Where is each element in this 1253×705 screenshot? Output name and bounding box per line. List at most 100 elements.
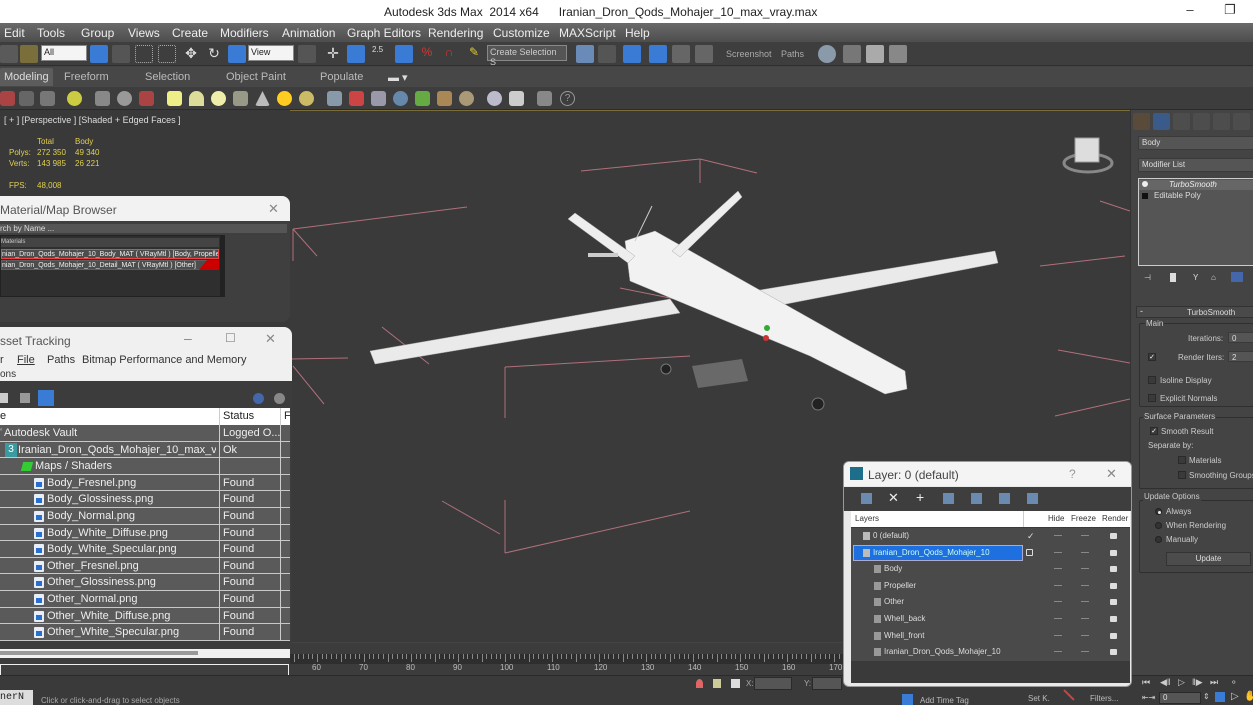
snaps-toggle-icon[interactable]: 2.5 bbox=[372, 45, 390, 63]
hide-all-icon[interactable] bbox=[999, 493, 1010, 504]
materials-group-header[interactable]: Materials bbox=[1, 238, 219, 247]
keyboard-shortcut-override-icon[interactable] bbox=[347, 45, 365, 63]
x-coord-field[interactable] bbox=[754, 677, 792, 690]
modifier-list-dropdown[interactable]: Modifier List bbox=[1138, 158, 1253, 172]
display-tab-icon[interactable] bbox=[1213, 113, 1230, 130]
object-name-field[interactable]: Body bbox=[1138, 136, 1253, 150]
column-name[interactable]: e bbox=[0, 410, 6, 422]
reference-coord-dropdown[interactable]: View bbox=[248, 45, 294, 61]
help-icon[interactable]: ? bbox=[560, 91, 575, 106]
layer-object-row[interactable]: Other bbox=[851, 594, 1130, 611]
render-iters-spinner[interactable]: 2 bbox=[1228, 351, 1253, 362]
hide-toggle[interactable] bbox=[1054, 618, 1062, 619]
previous-frame-icon[interactable]: ◀‖ bbox=[1160, 677, 1171, 688]
expand-icon[interactable] bbox=[1142, 193, 1148, 199]
orbit-icon[interactable]: ▷ bbox=[1231, 691, 1239, 702]
explicit-normals-checkbox[interactable] bbox=[1148, 394, 1156, 402]
set-key-button[interactable]: Set K. bbox=[1028, 694, 1050, 703]
scene-icon[interactable] bbox=[0, 91, 15, 106]
cloth-icon[interactable] bbox=[371, 91, 386, 106]
freeze-toggle[interactable] bbox=[1081, 634, 1089, 636]
close-button[interactable]: ✕ bbox=[265, 331, 276, 347]
show-end-result-icon[interactable] bbox=[1170, 273, 1176, 282]
screenshot-button[interactable]: Screenshot bbox=[726, 49, 772, 59]
drone-model[interactable] bbox=[369, 190, 999, 411]
asset-row[interactable]: Body_White_Specular.png Found bbox=[0, 541, 290, 559]
paths-button[interactable]: Paths bbox=[781, 49, 804, 59]
goto-end-icon[interactable]: ⏭ bbox=[1210, 677, 1218, 688]
menu-group[interactable]: Group bbox=[81, 26, 114, 40]
menu-maxscript[interactable]: MAXScript bbox=[559, 26, 616, 40]
help-icon[interactable] bbox=[274, 393, 285, 404]
column-hide[interactable]: Hide bbox=[1048, 511, 1064, 527]
close-icon[interactable]: ✕ bbox=[268, 201, 279, 217]
asset-row[interactable]: Maps / Shaders bbox=[0, 458, 290, 476]
render-icon[interactable] bbox=[537, 91, 552, 106]
space-warp-icon[interactable] bbox=[139, 91, 154, 106]
freeze-toggle[interactable] bbox=[1081, 651, 1089, 653]
isolate-selection-icon[interactable] bbox=[696, 679, 703, 688]
asset-row[interactable]: Other_Normal.png Found bbox=[0, 591, 290, 608]
pivot-center-icon[interactable] bbox=[298, 45, 316, 63]
layer-object-row[interactable]: Whell_back bbox=[851, 611, 1130, 628]
maximize-button[interactable]: ☐ bbox=[225, 331, 236, 345]
column-render[interactable]: Render bbox=[1102, 511, 1128, 527]
help-button[interactable]: ? bbox=[1069, 467, 1076, 481]
time-configuration-icon[interactable] bbox=[1215, 692, 1225, 702]
absolute-mode-icon[interactable] bbox=[731, 679, 740, 688]
motion-tab-icon[interactable] bbox=[1193, 113, 1210, 130]
freeze-toggle[interactable] bbox=[1081, 568, 1089, 570]
menu-bitmap-performance[interactable]: Bitmap Performance and Memory bbox=[82, 354, 246, 366]
edit-named-selection-icon[interactable]: ✎ bbox=[465, 45, 483, 63]
menu-modifiers[interactable]: Modifiers bbox=[220, 26, 269, 40]
render-production-icon[interactable] bbox=[889, 45, 907, 63]
layer-row[interactable]: Iranian_Dron_Qods_Mohajer_10 bbox=[851, 544, 1130, 562]
current-layer-check-icon[interactable]: ✓ bbox=[1027, 528, 1035, 544]
skylight-icon[interactable] bbox=[299, 91, 314, 106]
plane-icon[interactable] bbox=[167, 91, 182, 106]
freeze-toggle[interactable] bbox=[1081, 551, 1089, 553]
stack-item-turbosmooth[interactable]: TurboSmooth bbox=[1139, 180, 1253, 190]
add-time-tag-button[interactable]: Add Time Tag bbox=[920, 696, 969, 705]
hide-toggle[interactable] bbox=[1054, 651, 1062, 653]
sun-icon[interactable] bbox=[277, 91, 292, 106]
freeze-toggle[interactable] bbox=[1081, 618, 1089, 619]
hair-icon[interactable] bbox=[437, 91, 452, 106]
filters-button[interactable]: Filters... bbox=[1090, 694, 1118, 703]
layer-object-row[interactable]: Propeller bbox=[851, 577, 1130, 595]
material-editor-icon[interactable] bbox=[818, 45, 836, 63]
cone-icon[interactable] bbox=[255, 91, 270, 106]
layer-row[interactable]: 0 (default) ✓ bbox=[851, 528, 1130, 545]
hierarchy-tab-icon[interactable] bbox=[1173, 113, 1190, 130]
render-teapot-icon[interactable] bbox=[1110, 599, 1117, 606]
menu-customize[interactable]: Customize bbox=[493, 26, 550, 40]
asset-row[interactable]: Other_Glossiness.png Found bbox=[0, 574, 290, 592]
viewcube[interactable] bbox=[1062, 137, 1114, 174]
render-teapot-icon[interactable] bbox=[1110, 582, 1117, 589]
play-icon[interactable]: ▷ bbox=[1178, 677, 1185, 688]
helper-icon[interactable] bbox=[117, 91, 132, 106]
tab-populate[interactable]: Populate bbox=[320, 71, 363, 83]
list-icon[interactable] bbox=[19, 91, 34, 106]
window-crossing-icon[interactable] bbox=[158, 45, 176, 63]
tab-modeling[interactable]: Modeling bbox=[0, 68, 53, 86]
render-teapot-icon[interactable] bbox=[1110, 549, 1117, 556]
rotate-icon[interactable]: ↻ bbox=[205, 45, 223, 63]
menu-graph-editors[interactable]: Graph Editors bbox=[347, 26, 421, 40]
freeze-toggle[interactable] bbox=[1081, 535, 1089, 536]
render-teapot-icon[interactable] bbox=[1110, 649, 1117, 656]
asset-row[interactable]: Other_White_Specular.png Found bbox=[0, 624, 290, 642]
radio-always[interactable] bbox=[1155, 508, 1162, 515]
minimize-button[interactable]: – bbox=[1175, 2, 1205, 20]
close-button[interactable]: ✕ bbox=[1106, 466, 1117, 482]
rendered-frame-window-icon[interactable] bbox=[866, 45, 884, 63]
bind-spacewarp-icon[interactable] bbox=[20, 45, 38, 63]
next-frame-icon[interactable]: ‖▶ bbox=[1192, 677, 1203, 688]
search-input[interactable]: rch by Name ... bbox=[0, 224, 287, 233]
column-extra[interactable]: F bbox=[284, 410, 291, 422]
frame-spinner[interactable]: ⇕ bbox=[1203, 692, 1210, 701]
stack-item-editable-poly[interactable]: Editable Poly bbox=[1139, 191, 1253, 201]
spinner-snap-icon[interactable]: ∩ bbox=[440, 45, 458, 63]
add-to-layer-icon[interactable]: + bbox=[916, 489, 924, 505]
smooth-result-checkbox[interactable]: ✓ bbox=[1150, 427, 1158, 435]
